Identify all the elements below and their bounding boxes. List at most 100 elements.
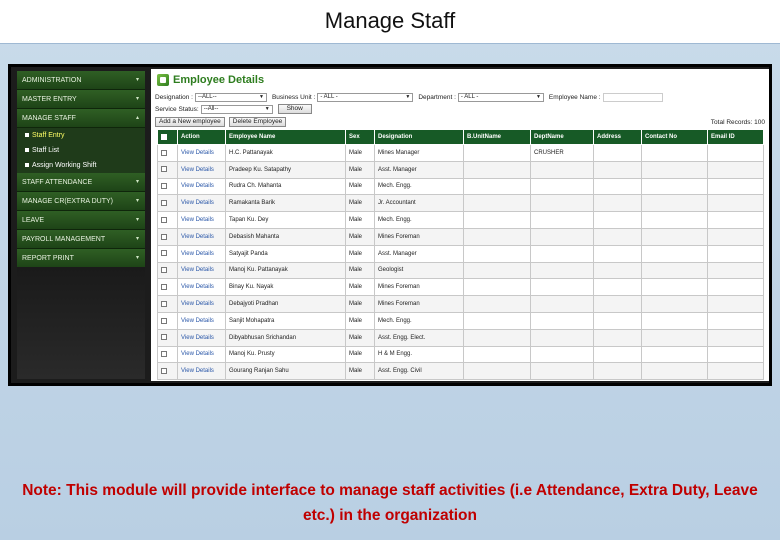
cell-name: Ramakanta Barik <box>225 194 346 213</box>
view-details-link[interactable]: View Details <box>177 278 226 297</box>
row-checkbox[interactable] <box>161 300 167 307</box>
row-checkbox[interactable] <box>161 149 167 156</box>
cell-sex: Male <box>345 311 375 330</box>
cell-address <box>593 227 642 246</box>
row-checkbox[interactable] <box>161 233 167 240</box>
sidebar-item-master-entry[interactable]: MASTER ENTRY ▾ <box>17 90 145 109</box>
table-row: View Details Pradeep Ku. Satapathy Male Ass… <box>157 160 764 179</box>
view-details-link[interactable]: View Details <box>177 328 226 347</box>
sidebar-subitem[interactable]: Staff List <box>17 143 145 158</box>
view-details-link[interactable]: View Details <box>177 227 226 246</box>
table-header-row: Action Employee Name Sex Designation B.UnitN… <box>157 129 764 145</box>
business-unit-label: Business Unit : <box>271 93 316 101</box>
cell-bunit <box>463 244 531 263</box>
view-details-link[interactable]: View Details <box>177 211 226 229</box>
row-checkbox-cell <box>157 160 178 179</box>
sidebar-item-manage-cr-extra-duty[interactable]: MANAGE CR(Extra DUTY) ▾ <box>17 192 145 211</box>
view-details-link[interactable]: View Details <box>177 345 226 364</box>
sidebar-item-manage-staff[interactable]: MANAGE STAFF ▴ <box>17 109 145 128</box>
cell-email <box>707 362 764 381</box>
table-row: View Details Manoj Ku. Pattanayak Male Geol… <box>157 261 764 280</box>
employee-name-input[interactable] <box>602 92 663 102</box>
sidebar-subitem[interactable]: Staff Entry <box>17 128 145 143</box>
column-header: DeptName <box>530 129 594 145</box>
cell-email <box>707 261 764 280</box>
add-employee-button[interactable]: Add a New employee <box>155 117 225 127</box>
sidebar-item-staff-attendance[interactable]: STAFF ATTENDANCE ▾ <box>17 173 145 192</box>
chevron-icon: ▾ <box>135 77 139 83</box>
chevron-down-icon: ▼ <box>535 93 541 100</box>
cell-email <box>707 227 764 246</box>
row-checkbox[interactable] <box>161 334 167 341</box>
view-details-link[interactable]: View Details <box>177 177 226 196</box>
row-checkbox[interactable] <box>161 283 167 290</box>
row-checkbox[interactable] <box>161 367 167 374</box>
column-header: Sex <box>345 129 375 145</box>
business-unit-select[interactable]: - ALL - ▼ <box>317 92 414 102</box>
panel-header: Employee Details <box>151 69 769 91</box>
action-row: Add a New employee Delete Employee Total… <box>151 115 769 129</box>
view-details-link[interactable]: View Details <box>177 362 226 381</box>
cell-designation: Jr. Accountant <box>374 194 464 213</box>
sidebar-item-label: Payroll Management <box>22 236 106 243</box>
cell-dept <box>530 244 594 263</box>
sidebar-item-leave[interactable]: Leave ▾ <box>17 211 145 230</box>
chevron-down-icon: ▼ <box>264 105 270 112</box>
cell-contact <box>641 345 708 364</box>
row-checkbox-cell <box>157 362 178 381</box>
column-header: Employee Name <box>225 129 346 145</box>
table-row: View Details Debasish Mahanta Male Mines Fo… <box>157 227 764 246</box>
row-checkbox[interactable] <box>161 216 167 223</box>
view-details-link[interactable]: View Details <box>177 144 226 162</box>
cell-contact <box>641 295 708 313</box>
main-content: Employee Details Designation : --ALL-- ▼… <box>151 69 769 381</box>
select-all-checkbox[interactable] <box>161 133 167 140</box>
view-details-link[interactable]: View Details <box>177 261 226 280</box>
row-checkbox[interactable] <box>161 267 167 274</box>
view-details-link[interactable]: View Details <box>177 194 226 213</box>
delete-employee-button[interactable]: Delete Employee <box>228 117 287 127</box>
row-checkbox[interactable] <box>161 250 167 257</box>
cell-bunit <box>463 194 531 213</box>
sidebar-item-label: ADMINISTRATION <box>22 77 82 84</box>
cell-name: Debajyoti Pradhan <box>225 295 346 313</box>
note-text: Note: This module will provide interface… <box>22 482 758 524</box>
cell-dept <box>530 261 594 280</box>
service-status-select[interactable]: --All-- ▼ <box>200 104 273 114</box>
sidebar-item-report-print[interactable]: REPORT PRINT ▾ <box>17 249 145 268</box>
cell-address <box>593 362 642 381</box>
show-button[interactable]: Show <box>277 104 312 114</box>
cell-address <box>593 278 642 297</box>
department-select[interactable]: - ALL - ▼ <box>457 92 544 102</box>
cell-email <box>707 328 764 347</box>
sidebar-item-payroll-management[interactable]: Payroll Management ▾ <box>17 230 145 249</box>
view-details-link[interactable]: View Details <box>177 295 226 313</box>
cell-email <box>707 295 764 313</box>
designation-select[interactable]: --ALL-- ▼ <box>194 92 267 102</box>
bullet-icon <box>25 163 29 168</box>
sidebar-item-administration[interactable]: ADMINISTRATION ▾ <box>17 71 145 90</box>
cell-sex: Male <box>345 244 375 263</box>
row-checkbox[interactable] <box>161 200 167 206</box>
cell-sex: Male <box>345 295 375 313</box>
business-unit-select-value: - ALL - <box>320 93 338 100</box>
view-details-link[interactable]: View Details <box>177 311 226 330</box>
sidebar-item-label: MANAGE STAFF <box>22 115 76 122</box>
cell-dept <box>530 177 594 196</box>
row-checkbox[interactable] <box>161 166 167 173</box>
row-checkbox[interactable] <box>161 317 167 324</box>
cell-bunit <box>463 295 531 313</box>
view-details-link[interactable]: View Details <box>177 244 226 263</box>
sidebar-item-label: Leave <box>22 217 45 224</box>
view-details-link[interactable]: View Details <box>177 160 226 179</box>
department-select-value: - ALL - <box>460 93 479 100</box>
cell-contact <box>641 328 708 347</box>
total-records: Total Records: 100 <box>710 118 765 126</box>
row-checkbox[interactable] <box>161 351 167 358</box>
row-checkbox[interactable] <box>161 183 167 190</box>
sidebar-subitem[interactable]: Assign Working Shift <box>17 158 145 173</box>
column-header: Contact No <box>641 129 708 145</box>
cell-email <box>707 144 764 162</box>
sidebar-subitem-label: Staff Entry <box>32 132 65 139</box>
sidebar-subitem-label: Staff List <box>32 147 60 154</box>
